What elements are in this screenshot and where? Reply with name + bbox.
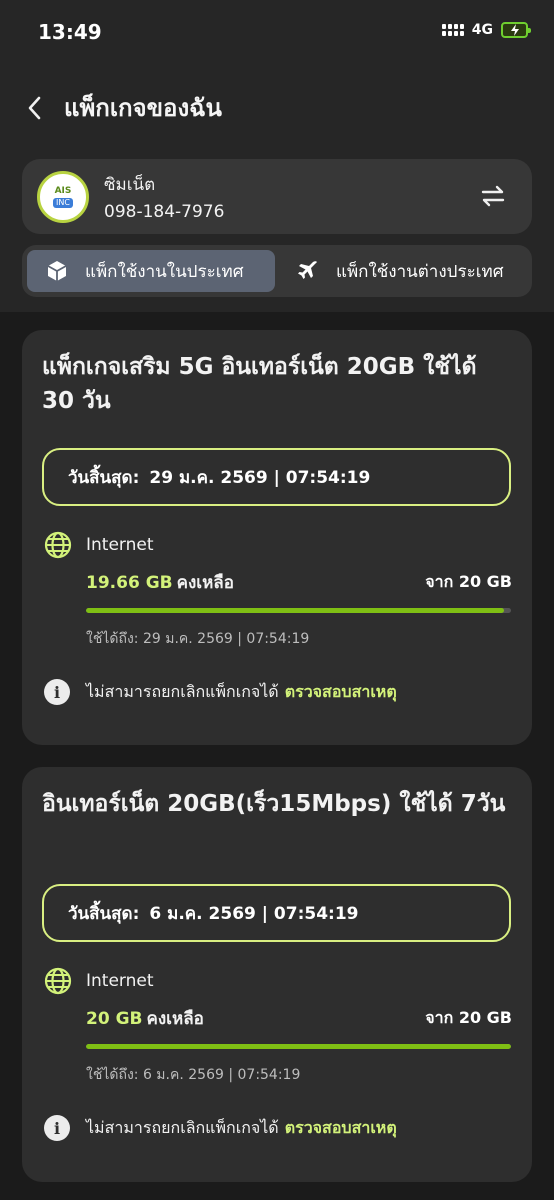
sim-number: 098-184-7976 bbox=[104, 202, 225, 222]
page-title: แพ็กเกจของฉัน bbox=[64, 94, 222, 122]
cancel-notice: i ไม่สามารถยกเลิกแพ็กเกจได้ ตรวจสอบสาเหต… bbox=[44, 679, 397, 705]
expiry-box: วันสิ้นสุด: 6 ม.ค. 2569 | 07:54:19 bbox=[42, 884, 511, 942]
package-title: อินเทอร์เน็ต 20GB(เร็ว15Mbps) ใช้ได้ 7วั… bbox=[42, 791, 506, 817]
valid-until: ใช้ได้ถึง: 6 ม.ค. 2569 | 07:54:19 bbox=[86, 1067, 301, 1083]
tab-international-label: แพ็กใช้งานต่างประเทศ bbox=[336, 261, 504, 282]
globe-icon bbox=[44, 967, 72, 995]
globe-icon bbox=[44, 531, 72, 559]
screen: 13:49 4G แพ็กเกจของฉัน AIS INC ซิมเน็ต 0… bbox=[0, 0, 554, 1200]
usage-bar-fill bbox=[86, 1044, 511, 1049]
usage-bar bbox=[86, 608, 511, 613]
chevron-left-icon bbox=[28, 96, 41, 120]
cancel-notice: i ไม่สามารถยกเลิกแพ็กเกจได้ ตรวจสอบสาเหต… bbox=[44, 1115, 397, 1141]
package-tabs: แพ็กใช้งานในประเทศ แพ็กใช้งานต่างประเทศ bbox=[22, 245, 532, 297]
remaining-label: คงเหลือ bbox=[176, 573, 234, 593]
top-section: 13:49 4G แพ็กเกจของฉัน AIS INC ซิมเน็ต 0… bbox=[0, 0, 554, 312]
box-icon bbox=[45, 259, 69, 283]
expiry-value: 6 ม.ค. 2569 | 07:54:19 bbox=[149, 903, 359, 924]
info-icon: i bbox=[44, 679, 70, 705]
usage-bar-fill bbox=[86, 608, 504, 613]
battery-charging-icon bbox=[501, 22, 531, 38]
sim-name: ซิมเน็ต bbox=[104, 175, 156, 195]
logo-text-bottom: INC bbox=[53, 198, 73, 208]
check-reason-link[interactable]: ตรวจสอบสาเหตุ bbox=[285, 680, 397, 705]
tab-domestic[interactable]: แพ็กใช้งานในประเทศ bbox=[27, 250, 275, 292]
check-reason-link[interactable]: ตรวจสอบสาเหตุ bbox=[285, 1116, 397, 1141]
swap-arrows-icon bbox=[481, 185, 505, 207]
remaining-data: 19.66 GB คงเหลือ bbox=[86, 569, 234, 596]
airplane-icon bbox=[296, 259, 320, 283]
package-card: อินเทอร์เน็ต 20GB(เร็ว15Mbps) ใช้ได้ 7วั… bbox=[22, 767, 532, 1182]
tab-domestic-label: แพ็กใช้งานในประเทศ bbox=[85, 261, 244, 282]
logo-text-top: AIS bbox=[54, 186, 72, 196]
valid-until: ใช้ได้ถึง: 29 ม.ค. 2569 | 07:54:19 bbox=[86, 631, 310, 647]
service-name: Internet bbox=[86, 971, 154, 991]
switch-sim-button[interactable] bbox=[478, 181, 508, 211]
expiry-box: วันสิ้นสุด: 29 ม.ค. 2569 | 07:54:19 bbox=[42, 448, 511, 506]
expiry-value: 29 ม.ค. 2569 | 07:54:19 bbox=[149, 467, 371, 488]
service-name: Internet bbox=[86, 535, 154, 555]
usage-bar bbox=[86, 1044, 511, 1049]
info-icon: i bbox=[44, 1115, 70, 1141]
remaining-data: 20 GB คงเหลือ bbox=[86, 1005, 204, 1032]
signal-icon bbox=[441, 24, 464, 36]
remaining-label: คงเหลือ bbox=[146, 1009, 204, 1029]
total-data: จาก 20 GB bbox=[425, 572, 512, 591]
back-button[interactable] bbox=[20, 92, 48, 124]
remaining-value: 19.66 GB bbox=[86, 573, 173, 593]
package-title: แพ็กเกจเสริม 5G อินเทอร์เน็ต 20GB ใช้ได้… bbox=[42, 354, 477, 414]
page-header: แพ็กเกจของฉัน bbox=[0, 86, 554, 130]
total-data: จาก 20 GB bbox=[425, 1008, 512, 1027]
status-indicators: 4G bbox=[441, 22, 531, 38]
remaining-value: 20 GB bbox=[86, 1009, 143, 1029]
expiry-label: วันสิ้นสุด: bbox=[68, 467, 140, 488]
package-card: แพ็กเกจเสริม 5G อินเทอร์เน็ต 20GB ใช้ได้… bbox=[22, 330, 532, 745]
ais-logo: AIS INC bbox=[37, 171, 89, 223]
status-time: 13:49 bbox=[38, 20, 102, 44]
tab-international[interactable]: แพ็กใช้งานต่างประเทศ bbox=[296, 250, 528, 292]
expiry-label: วันสิ้นสุด: bbox=[68, 903, 140, 924]
network-label: 4G bbox=[471, 22, 493, 38]
sim-card[interactable]: AIS INC ซิมเน็ต 098-184-7976 bbox=[22, 159, 532, 234]
notice-text: ไม่สามารถยกเลิกแพ็กเกจได้ bbox=[86, 1117, 279, 1137]
notice-text: ไม่สามารถยกเลิกแพ็กเกจได้ bbox=[86, 681, 279, 701]
